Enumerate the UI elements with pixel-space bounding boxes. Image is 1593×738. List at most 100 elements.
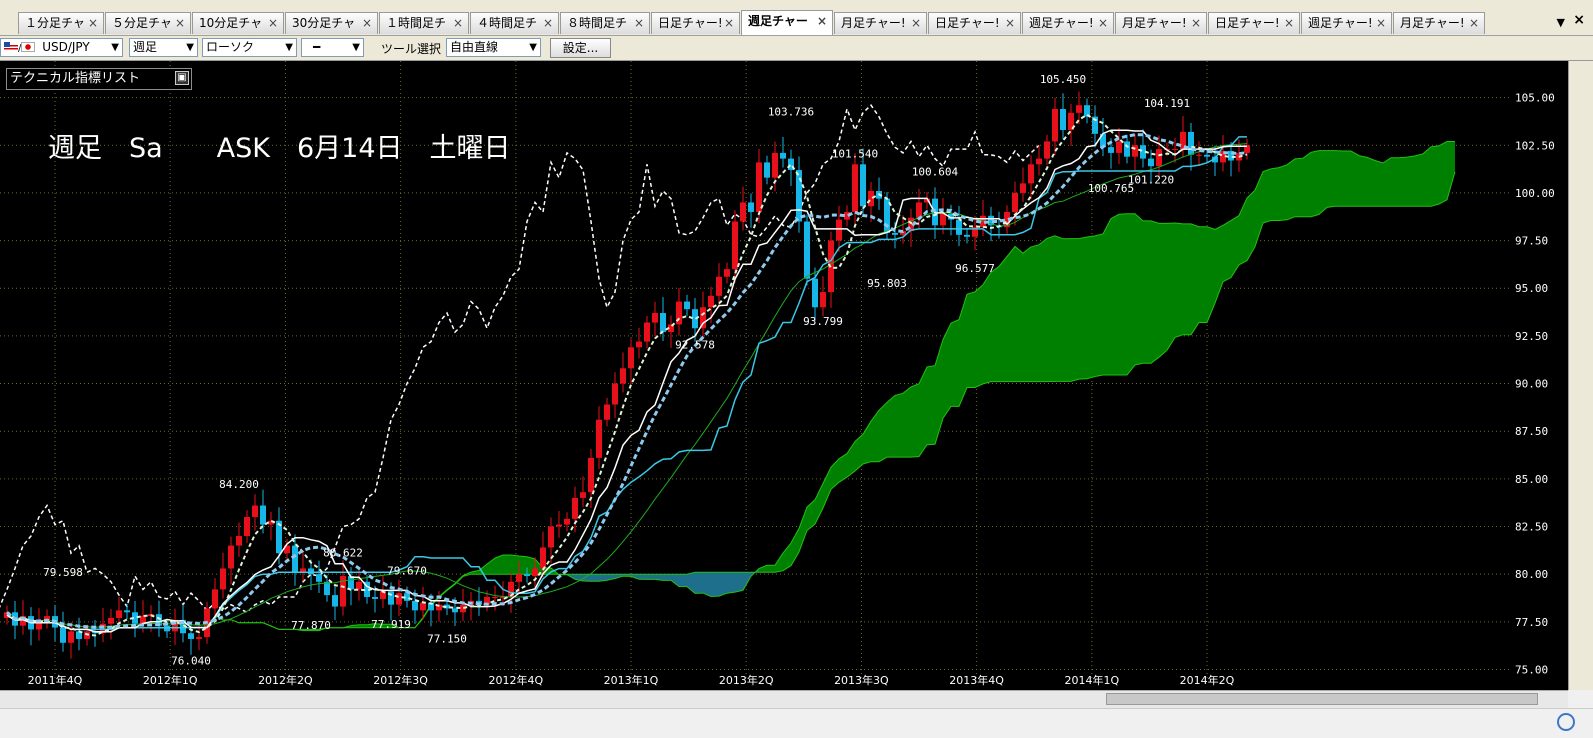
close-icon[interactable]: ×	[1005, 13, 1015, 34]
tab-10[interactable]: 日足チャー!×	[928, 12, 1021, 34]
kumo-segment	[887, 395, 895, 457]
kumo-segment	[1063, 239, 1071, 382]
settings-button[interactable]: 設定...	[550, 38, 611, 58]
y-tick-label: 97.50	[1515, 235, 1548, 248]
tab-0[interactable]: １分足チャ×	[18, 12, 104, 34]
tab-12[interactable]: 月足チャー!×	[1115, 12, 1207, 34]
candle-body	[228, 546, 234, 569]
close-icon[interactable]: ×	[911, 13, 921, 34]
horizontal-scrollbar[interactable]	[0, 690, 1568, 708]
candle-body	[220, 568, 226, 589]
kumo-segment	[895, 393, 903, 457]
close-icon[interactable]: ×	[268, 13, 278, 34]
close-icon[interactable]: ×	[1469, 13, 1479, 34]
kumo-segment	[1151, 221, 1159, 363]
kumo-segment	[1391, 158, 1399, 207]
tab-13[interactable]: 日足チャー!×	[1208, 12, 1300, 34]
price-chart[interactable]: 105.00102.50100.0097.5095.0092.5090.0087…	[0, 61, 1568, 690]
tab-2[interactable]: 10分足チャ×	[192, 12, 284, 34]
tab-15[interactable]: 月足チャー!×	[1393, 12, 1485, 34]
high-low-label: 80.622	[323, 547, 363, 560]
period-select[interactable]: 週足▼	[129, 38, 198, 57]
jp-flag-icon	[21, 42, 35, 52]
line-style-select[interactable]: ━▼	[301, 38, 364, 57]
tab-4[interactable]: １時間足チ ×	[379, 12, 469, 34]
symbol-select[interactable]: / USD/JPY ▼	[0, 38, 123, 57]
chart-type-select[interactable]: ローソク▼	[202, 38, 297, 57]
candle-body	[1076, 105, 1082, 113]
kumo-segment	[1167, 223, 1175, 350]
candle-body	[492, 597, 498, 598]
candle-body	[516, 574, 522, 582]
close-icon[interactable]: ×	[88, 13, 98, 34]
kumo-segment	[759, 565, 767, 572]
kumo-segment	[1431, 146, 1439, 206]
candle-body	[188, 633, 194, 639]
close-icon[interactable]: ×	[362, 13, 372, 34]
tab-14[interactable]: 週足チャー!×	[1301, 12, 1392, 34]
kumo-segment	[799, 507, 807, 552]
tab-label: １時間足チ	[386, 16, 446, 30]
candle-body	[540, 547, 546, 568]
kumo-segment	[663, 574, 671, 580]
candle-body	[532, 568, 538, 576]
close-icon[interactable]: ×	[724, 13, 734, 34]
indicator-list-panel[interactable]: テクニカル指標リスト ▣	[6, 68, 192, 90]
close-icon[interactable]: ×	[1191, 13, 1201, 34]
tab-3[interactable]: 30分足チャ ×	[285, 12, 378, 34]
kumo-segment	[679, 574, 687, 586]
x-tick-label: 2013年1Q	[604, 673, 659, 687]
y-tick-label: 102.50	[1515, 139, 1555, 152]
kumo-segment	[503, 555, 511, 574]
close-icon[interactable]: ×	[1284, 13, 1294, 34]
kumo-segment	[1039, 238, 1047, 381]
candle-body	[820, 292, 826, 307]
tab-1[interactable]: ５分足チャ×	[105, 12, 191, 34]
tab-6[interactable]: ８時間足チ×	[560, 12, 650, 34]
scrollbar-thumb[interactable]	[1106, 693, 1538, 705]
close-icon[interactable]: ×	[1098, 13, 1108, 34]
close-icon[interactable]: ×	[175, 13, 185, 34]
candle-body	[660, 313, 666, 332]
tab-9[interactable]: 月足チャー!×	[834, 12, 927, 34]
tab-7[interactable]: 日足チャー!×	[651, 12, 740, 34]
kumo-segment	[1135, 214, 1143, 365]
close-icon[interactable]: ×	[453, 13, 463, 34]
chart-toolbar: / USD/JPY ▼ 週足▼ ローソク▼ ━▼ ツール選択 自由直線▼ 設定.…	[0, 36, 1593, 61]
candle-body	[348, 576, 354, 589]
tab-11[interactable]: 週足チャー!×	[1022, 12, 1114, 34]
kumo-segment	[671, 574, 679, 586]
y-tick-label: 95.00	[1515, 282, 1548, 295]
status-bar	[0, 708, 1593, 738]
kumo-segment	[1087, 236, 1095, 379]
kumo-segment	[1375, 161, 1383, 207]
kumo-segment	[1399, 157, 1407, 206]
high-low-label: 96.577	[955, 262, 995, 275]
kumo-segment	[1423, 147, 1431, 206]
candle-body	[108, 618, 114, 624]
right-strip	[1568, 61, 1593, 690]
candle-body	[588, 458, 594, 492]
tab-label: 30分足チャ	[292, 16, 355, 30]
close-icon[interactable]: ×	[1376, 13, 1386, 34]
candle-body	[628, 347, 634, 368]
close-icon[interactable]: ×	[634, 13, 644, 34]
tab-8[interactable]: 週足チャー×	[741, 10, 833, 35]
kumo-segment	[1119, 214, 1127, 375]
close-icon[interactable]: ×	[543, 13, 553, 34]
tool-select[interactable]: 自由直線▼	[446, 38, 541, 57]
candle-body	[852, 164, 858, 212]
candle-body	[292, 546, 298, 573]
candle-body	[652, 313, 658, 323]
candle-body	[1196, 155, 1202, 156]
collapse-icon[interactable]: ▣	[175, 71, 189, 85]
close-window-icon[interactable]: ×	[1573, 12, 1585, 28]
candle-body	[1052, 109, 1058, 141]
kumo-segment	[1447, 142, 1455, 200]
x-tick-label: 2012年3Q	[373, 673, 428, 687]
x-tick-label: 2013年3Q	[834, 673, 889, 687]
tab-5[interactable]: ４時間足チ×	[470, 12, 559, 34]
tab-list-icon[interactable]: ▼	[1557, 16, 1565, 29]
close-icon[interactable]: ×	[817, 11, 827, 32]
y-tick-label: 80.00	[1515, 568, 1548, 581]
